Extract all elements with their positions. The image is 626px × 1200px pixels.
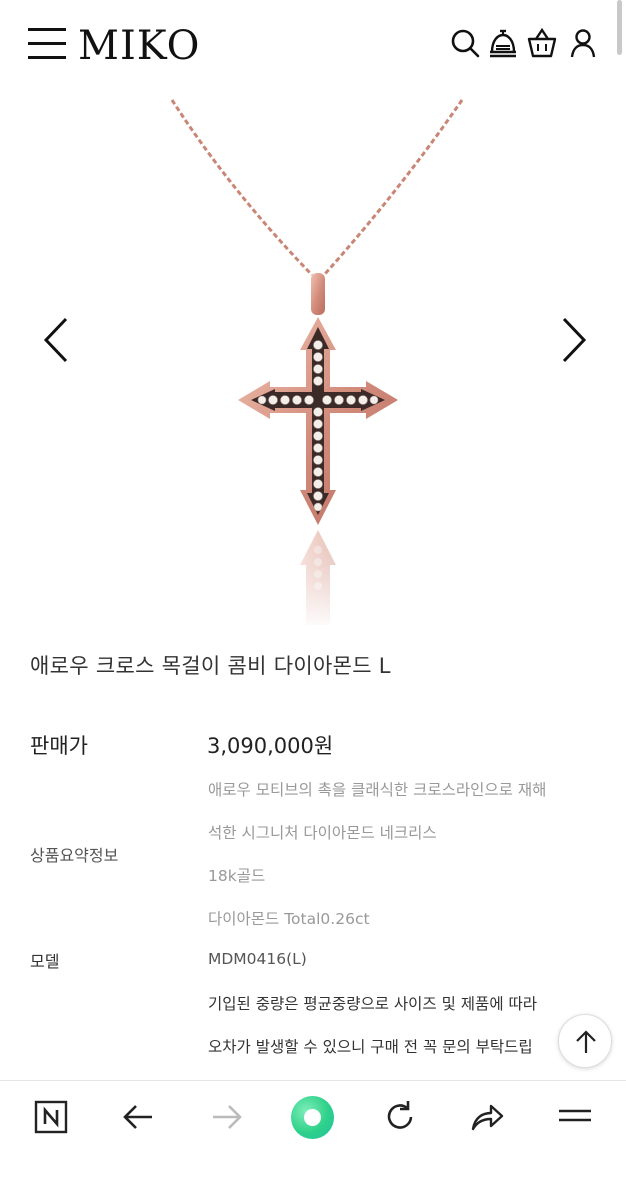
browser-toolbar xyxy=(0,1080,626,1200)
summary-line: 석한 시그니처 다이아몬드 네크리스 xyxy=(208,824,437,842)
price-label: 판매가 xyxy=(30,734,88,758)
product-image xyxy=(0,95,626,630)
product-title: 애로우 크로스 목걸이 콤비 다이아몬드 L xyxy=(30,654,391,678)
summary-line: 애로우 모티브의 촉을 클래식한 크로스라인으로 재해 xyxy=(208,781,547,799)
next-image-button[interactable] xyxy=(552,315,592,365)
menu-icon[interactable] xyxy=(28,28,68,62)
scroll-to-top-button[interactable] xyxy=(558,1014,612,1068)
summary-label: 상품요약정보 xyxy=(30,846,119,865)
refresh-icon[interactable] xyxy=(378,1095,422,1139)
forward-arrow-icon[interactable] xyxy=(204,1095,248,1139)
scrollbar-thumb[interactable] xyxy=(617,0,622,55)
summary-line: 18k골드 xyxy=(208,867,266,885)
bell-icon[interactable] xyxy=(486,26,520,60)
share-icon[interactable] xyxy=(465,1095,509,1139)
prev-image-button[interactable] xyxy=(38,315,78,365)
back-arrow-icon[interactable] xyxy=(117,1095,161,1139)
necklace-illustration xyxy=(170,99,464,630)
arrow-up-icon xyxy=(576,1030,596,1053)
site-logo[interactable]: MIKO xyxy=(78,20,200,72)
model-label: 모델 xyxy=(30,952,60,971)
summary-line: 다이아몬드 Total0.26ct xyxy=(208,910,370,928)
green-home-dot[interactable] xyxy=(291,1096,334,1139)
weight-note-line: 오차가 발생할 수 있으니 구매 전 꼭 문의 부탁드립 xyxy=(208,1038,533,1056)
price-value: 3,090,000원 xyxy=(207,734,334,758)
hamburger-icon[interactable] xyxy=(553,1095,597,1139)
model-value: MDM0416(L) xyxy=(208,950,307,968)
search-icon[interactable] xyxy=(448,26,482,60)
basket-icon[interactable] xyxy=(525,26,559,60)
user-icon[interactable] xyxy=(566,26,600,60)
site-header: MIKO xyxy=(0,0,626,92)
naver-n-icon[interactable] xyxy=(29,1095,73,1139)
weight-note-line: 기입된 중량은 평균중량으로 사이즈 및 제품에 따라 xyxy=(208,995,538,1013)
